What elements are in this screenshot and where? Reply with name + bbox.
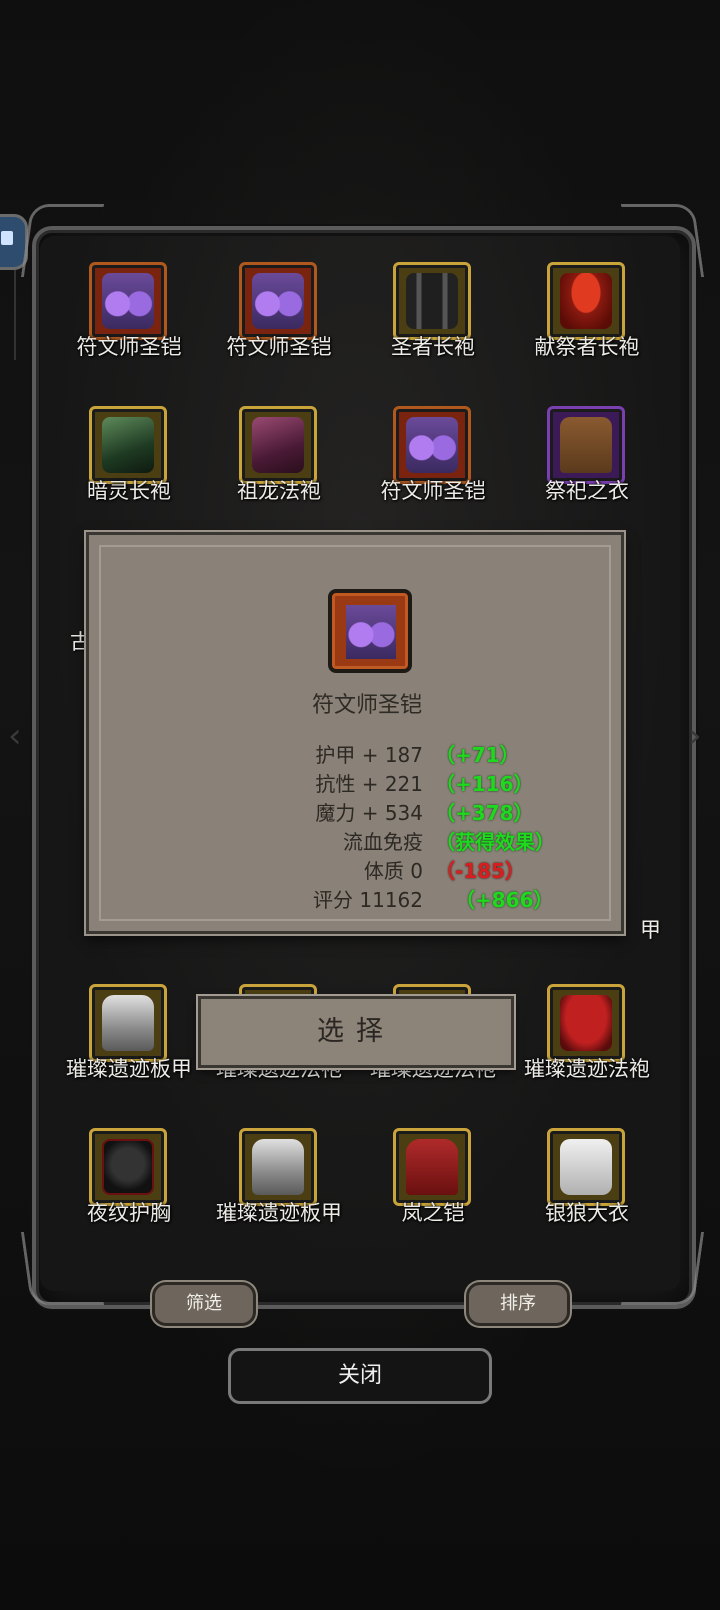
inventory-item[interactable]: 圣者长袍 [358, 262, 508, 362]
stat-delta: （获得效果） [435, 830, 555, 854]
purple-armor-icon [252, 273, 304, 329]
stat-label: 体质 0 [363, 859, 423, 883]
item-slot [239, 406, 317, 484]
stat-label: 魔力 + 534 [315, 801, 423, 825]
purple-armor-icon [406, 417, 458, 473]
item-name: 璀璨遗迹板甲 [216, 1201, 342, 1225]
stat-row: 护甲 + 187 （+71） [101, 739, 633, 767]
stat-row: 评分 11162 （+866） [101, 884, 633, 912]
item-name: 璀璨遗迹板甲 [66, 1057, 192, 1081]
item-slot [89, 406, 167, 484]
stat-row: 流血免疫 （获得效果） [101, 826, 633, 854]
inventory-item[interactable]: 符文师圣铠 [204, 262, 354, 362]
edge-divider [0, 270, 16, 360]
item-slot [547, 984, 625, 1062]
red-robe-icon [560, 273, 612, 329]
item-name: 符文师圣铠 [226, 335, 332, 359]
frame-corner-ornament [620, 1232, 705, 1305]
close-button[interactable]: 关闭 [228, 1348, 492, 1404]
item-slot [89, 984, 167, 1062]
inventory-item[interactable]: 夜纹护胸 [54, 1128, 204, 1228]
plate-armor-icon [252, 1139, 304, 1195]
item-name: 银狼大衣 [545, 1201, 629, 1225]
brown-tunic-icon [560, 417, 612, 473]
purple-armor-icon [346, 605, 396, 659]
inventory-item[interactable]: 暗灵长袍 [54, 406, 204, 506]
sort-button[interactable]: 排序 [466, 1282, 570, 1326]
night-chest-icon [102, 1139, 154, 1195]
item-slot [89, 262, 167, 340]
item-slot [239, 1128, 317, 1206]
plate-armor-icon [102, 995, 154, 1051]
stat-row: 抗性 + 221 （+116） [101, 768, 633, 796]
inventory-item[interactable]: 符文师圣铠 [54, 262, 204, 362]
item-name: 献祭者长袍 [534, 335, 640, 359]
item-detail-popup: 符文师圣铠 护甲 + 187 （+71） 抗性 + 221 （+116） 魔力 … [86, 532, 624, 934]
inventory-item[interactable]: 璀璨遗迹板甲 [204, 1128, 354, 1228]
item-slot [393, 406, 471, 484]
stat-delta: （+866） [455, 888, 554, 912]
inventory-item[interactable]: 岚之铠 [358, 1128, 508, 1228]
popup-border: 符文师圣铠 护甲 + 187 （+71） 抗性 + 221 （+116） 魔力 … [99, 545, 611, 921]
stat-label: 护甲 + 187 [315, 743, 423, 767]
item-name: 符文师圣铠 [76, 335, 182, 359]
stat-delta: （+71） [435, 743, 520, 767]
hidden-item-name-fragment: 甲 [640, 918, 661, 942]
stat-delta: （+378） [435, 801, 534, 825]
item-slot [547, 1128, 625, 1206]
item-name: 岚之铠 [401, 1201, 465, 1225]
stat-delta: （+116） [435, 772, 534, 796]
inventory-item[interactable]: 献祭者长袍 [512, 262, 662, 362]
item-name: 符文师圣铠 [380, 479, 486, 503]
item-slot [393, 262, 471, 340]
inventory-item[interactable]: 璀璨遗迹法袍 [512, 984, 662, 1084]
item-slot [393, 1128, 471, 1206]
purple-armor-icon [102, 273, 154, 329]
item-name: 璀璨遗迹法袍 [524, 1057, 650, 1081]
stat-label: 流血免疫 [343, 830, 423, 854]
inventory-item[interactable]: 璀璨遗迹板甲 [54, 984, 204, 1084]
detail-item-slot [328, 589, 412, 673]
item-name: 暗灵长袍 [87, 479, 171, 503]
item-slot [89, 1128, 167, 1206]
stat-label: 评分 11162 [313, 888, 423, 912]
inventory-item[interactable]: 祭祀之衣 [512, 406, 662, 506]
pink-robe-icon [252, 417, 304, 473]
item-name: 祭祀之衣 [545, 479, 629, 503]
item-name: 夜纹护胸 [87, 1201, 171, 1225]
red-armor-icon [406, 1139, 458, 1195]
green-robe-icon [102, 417, 154, 473]
inventory-item[interactable]: 祖龙法袍 [204, 406, 354, 506]
stat-row: 体质 0 （-185） [101, 855, 633, 883]
inventory-item[interactable]: 银狼大衣 [512, 1128, 662, 1228]
item-name: 圣者长袍 [391, 335, 475, 359]
stat-delta: （-185） [435, 859, 526, 883]
frame-corner-ornament [20, 1232, 105, 1305]
filter-button[interactable]: 筛选 [152, 1282, 256, 1326]
red-hood-icon [560, 995, 612, 1051]
select-button[interactable]: 选择 [198, 996, 514, 1068]
next-page-arrow-icon[interactable]: › [688, 716, 702, 756]
item-slot [547, 406, 625, 484]
item-slot [547, 262, 625, 340]
item-name: 祖龙法袍 [237, 479, 321, 503]
detail-item-name: 符文师圣铠 [311, 693, 422, 718]
item-slot [239, 262, 317, 340]
dark-robe-icon [406, 273, 458, 329]
silver-coat-icon [560, 1139, 612, 1195]
widget-icon [1, 231, 13, 245]
prev-page-arrow-icon[interactable]: ‹ [8, 716, 22, 756]
stat-row: 魔力 + 534 （+378） [101, 797, 633, 825]
stat-label: 抗性 + 221 [315, 772, 423, 796]
inventory-item[interactable]: 符文师圣铠 [358, 406, 508, 506]
